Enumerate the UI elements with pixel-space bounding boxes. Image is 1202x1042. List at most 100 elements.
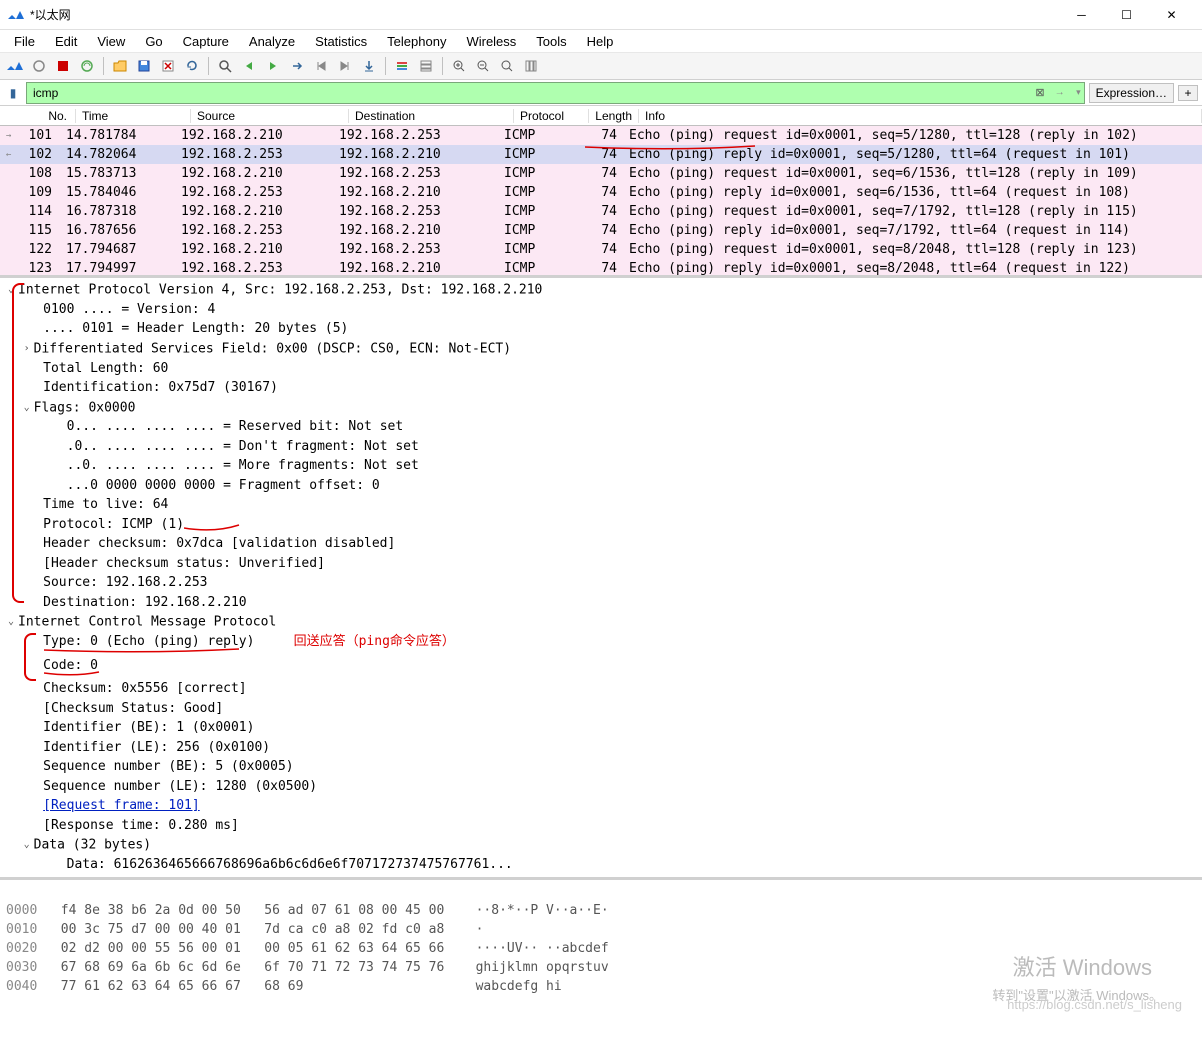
col-info[interactable]: Info bbox=[639, 109, 1202, 123]
maximize-button[interactable]: ☐ bbox=[1104, 1, 1149, 29]
menu-wireless[interactable]: Wireless bbox=[458, 32, 524, 51]
icmp-data-hex[interactable]: Data: 6162636465666768696a6b6c6d6e6f7071… bbox=[67, 857, 513, 872]
autoscroll-icon[interactable] bbox=[358, 55, 380, 77]
menu-go[interactable]: Go bbox=[137, 32, 170, 51]
apply-filter-icon[interactable]: → bbox=[1055, 87, 1065, 98]
add-filter-button[interactable]: + bbox=[1178, 85, 1198, 101]
icmp-id-be[interactable]: Identifier (BE): 1 (0x0001) bbox=[43, 720, 254, 735]
ip-flag-reserved[interactable]: 0... .... .... .... = Reserved bit: Not … bbox=[67, 419, 404, 434]
open-icon[interactable] bbox=[109, 55, 131, 77]
zoomin-icon[interactable] bbox=[448, 55, 470, 77]
zoom100-icon[interactable] bbox=[496, 55, 518, 77]
packet-list[interactable]: No. Time Source Destination Protocol Len… bbox=[0, 106, 1202, 278]
hex-row[interactable]: 0000 f4 8e 38 b6 2a 0d 00 50 56 ad 07 61… bbox=[6, 901, 1196, 920]
find-icon[interactable] bbox=[214, 55, 236, 77]
expand-icon[interactable]: ⌄ bbox=[4, 612, 18, 632]
ip-destination[interactable]: Destination: 192.168.2.210 bbox=[43, 595, 247, 610]
packet-row[interactable]: 12217.794687192.168.2.210192.168.2.253IC… bbox=[0, 240, 1202, 259]
app-icon bbox=[8, 7, 24, 23]
display-filter-input[interactable] bbox=[26, 82, 1085, 104]
menubar: File Edit View Go Capture Analyze Statis… bbox=[0, 30, 1202, 52]
first-icon[interactable] bbox=[310, 55, 332, 77]
ip-identification[interactable]: Identification: 0x75d7 (30167) bbox=[43, 380, 278, 395]
packet-row[interactable]: ←10214.782064192.168.2.253192.168.2.210I… bbox=[0, 145, 1202, 164]
col-destination[interactable]: Destination bbox=[349, 109, 514, 123]
ip-flags[interactable]: Flags: 0x0000 bbox=[34, 400, 136, 415]
col-protocol[interactable]: Protocol bbox=[514, 109, 589, 123]
ip-frag-offset[interactable]: ...0 0000 0000 0000 = Fragment offset: 0 bbox=[67, 478, 380, 493]
jump-icon[interactable] bbox=[286, 55, 308, 77]
bookmark-icon[interactable]: ▮ bbox=[4, 86, 22, 100]
menu-help[interactable]: Help bbox=[579, 32, 622, 51]
ip-total-length[interactable]: Total Length: 60 bbox=[43, 361, 168, 376]
menu-edit[interactable]: Edit bbox=[47, 32, 85, 51]
icmp-request-frame-link[interactable]: [Request frame: 101] bbox=[43, 798, 200, 813]
expand-icon[interactable]: ⌄ bbox=[20, 835, 34, 855]
annotation-brace bbox=[12, 283, 24, 603]
stop-capture-icon[interactable] bbox=[28, 55, 50, 77]
icmp-seq-le[interactable]: Sequence number (LE): 1280 (0x0500) bbox=[43, 779, 317, 794]
zoomout-icon[interactable] bbox=[472, 55, 494, 77]
col-time[interactable]: Time bbox=[76, 109, 191, 123]
ip-version[interactable]: 0100 .... = Version: 4 bbox=[43, 302, 215, 317]
titlebar: *以太网 ─ ☐ ✕ bbox=[0, 0, 1202, 30]
icmp-checksum-status[interactable]: [Checksum Status: Good] bbox=[43, 701, 223, 716]
icmp-checksum[interactable]: Checksum: 0x5556 [correct] bbox=[43, 681, 247, 696]
packet-row[interactable]: 11416.787318192.168.2.210192.168.2.253IC… bbox=[0, 202, 1202, 221]
window-title: *以太网 bbox=[30, 6, 1059, 23]
ip-checksum[interactable]: Header checksum: 0x7dca [validation disa… bbox=[43, 536, 395, 551]
menu-file[interactable]: File bbox=[6, 32, 43, 51]
next-icon[interactable] bbox=[262, 55, 284, 77]
packet-row[interactable]: →10114.781784192.168.2.210192.168.2.253I… bbox=[0, 126, 1202, 145]
colorize-icon[interactable] bbox=[391, 55, 413, 77]
ip-flag-df[interactable]: .0.. .... .... .... = Don't fragment: No… bbox=[67, 439, 419, 454]
ip-flag-mf[interactable]: ..0. .... .... .... = More fragments: No… bbox=[67, 458, 419, 473]
col-no[interactable]: No. bbox=[16, 109, 76, 123]
ip-header[interactable]: Internet Protocol Version 4, Src: 192.16… bbox=[18, 282, 542, 297]
filter-bar: ▮ ⊠ → ▾ Expression… + bbox=[0, 80, 1202, 106]
packet-details[interactable]: ⌄ Internet Protocol Version 4, Src: 192.1… bbox=[0, 278, 1202, 880]
icmp-header[interactable]: Internet Control Message Protocol bbox=[18, 615, 276, 630]
packet-row[interactable]: 10815.783713192.168.2.210192.168.2.253IC… bbox=[0, 164, 1202, 183]
last-icon[interactable] bbox=[334, 55, 356, 77]
icmp-response-time[interactable]: [Response time: 0.280 ms] bbox=[43, 818, 239, 833]
packet-row[interactable]: 10915.784046192.168.2.253192.168.2.210IC… bbox=[0, 183, 1202, 202]
menu-statistics[interactable]: Statistics bbox=[307, 32, 375, 51]
close-button[interactable]: ✕ bbox=[1149, 1, 1194, 29]
close-file-icon[interactable] bbox=[157, 55, 179, 77]
clear-filter-icon[interactable]: ⊠ bbox=[1035, 86, 1044, 99]
menu-capture[interactable]: Capture bbox=[175, 32, 237, 51]
icmp-seq-be[interactable]: Sequence number (BE): 5 (0x0005) bbox=[43, 759, 293, 774]
ip-header-length[interactable]: .... 0101 = Header Length: 20 bytes (5) bbox=[43, 321, 348, 336]
menu-view[interactable]: View bbox=[89, 32, 133, 51]
hex-row[interactable]: 0010 00 3c 75 d7 00 00 40 01 7d ca c0 a8… bbox=[6, 920, 1196, 939]
minimize-button[interactable]: ─ bbox=[1059, 1, 1104, 29]
ip-protocol[interactable]: Protocol: ICMP (1) bbox=[43, 517, 184, 532]
packet-row[interactable]: 12317.794997192.168.2.253192.168.2.210IC… bbox=[0, 259, 1202, 278]
layout-icon[interactable] bbox=[415, 55, 437, 77]
menu-tools[interactable]: Tools bbox=[528, 32, 574, 51]
icmp-id-le[interactable]: Identifier (LE): 256 (0x0100) bbox=[43, 740, 270, 755]
ip-ttl[interactable]: Time to live: 64 bbox=[43, 497, 168, 512]
annotation-brace bbox=[24, 633, 36, 681]
toolbar bbox=[0, 52, 1202, 80]
watermark: https://blog.csdn.net/s_lisheng bbox=[1007, 997, 1182, 1012]
ip-checksum-status[interactable]: [Header checksum status: Unverified] bbox=[43, 556, 325, 571]
ip-source[interactable]: Source: 192.168.2.253 bbox=[43, 575, 207, 590]
prev-icon[interactable] bbox=[238, 55, 260, 77]
filter-dropdown-icon[interactable]: ▾ bbox=[1076, 87, 1081, 98]
expression-button[interactable]: Expression… bbox=[1089, 83, 1174, 103]
icmp-data[interactable]: Data (32 bytes) bbox=[34, 837, 151, 852]
start-capture-icon[interactable] bbox=[4, 55, 26, 77]
save-icon[interactable] bbox=[133, 55, 155, 77]
options-icon[interactable] bbox=[76, 55, 98, 77]
ip-dsfield[interactable]: Differentiated Services Field: 0x00 (DSC… bbox=[34, 341, 511, 356]
restart-capture-icon[interactable] bbox=[52, 55, 74, 77]
resize-cols-icon[interactable] bbox=[520, 55, 542, 77]
menu-analyze[interactable]: Analyze bbox=[241, 32, 303, 51]
reload-icon[interactable] bbox=[181, 55, 203, 77]
packet-row[interactable]: 11516.787656192.168.2.253192.168.2.210IC… bbox=[0, 221, 1202, 240]
col-length[interactable]: Length bbox=[589, 109, 639, 123]
menu-telephony[interactable]: Telephony bbox=[379, 32, 454, 51]
col-source[interactable]: Source bbox=[191, 109, 349, 123]
